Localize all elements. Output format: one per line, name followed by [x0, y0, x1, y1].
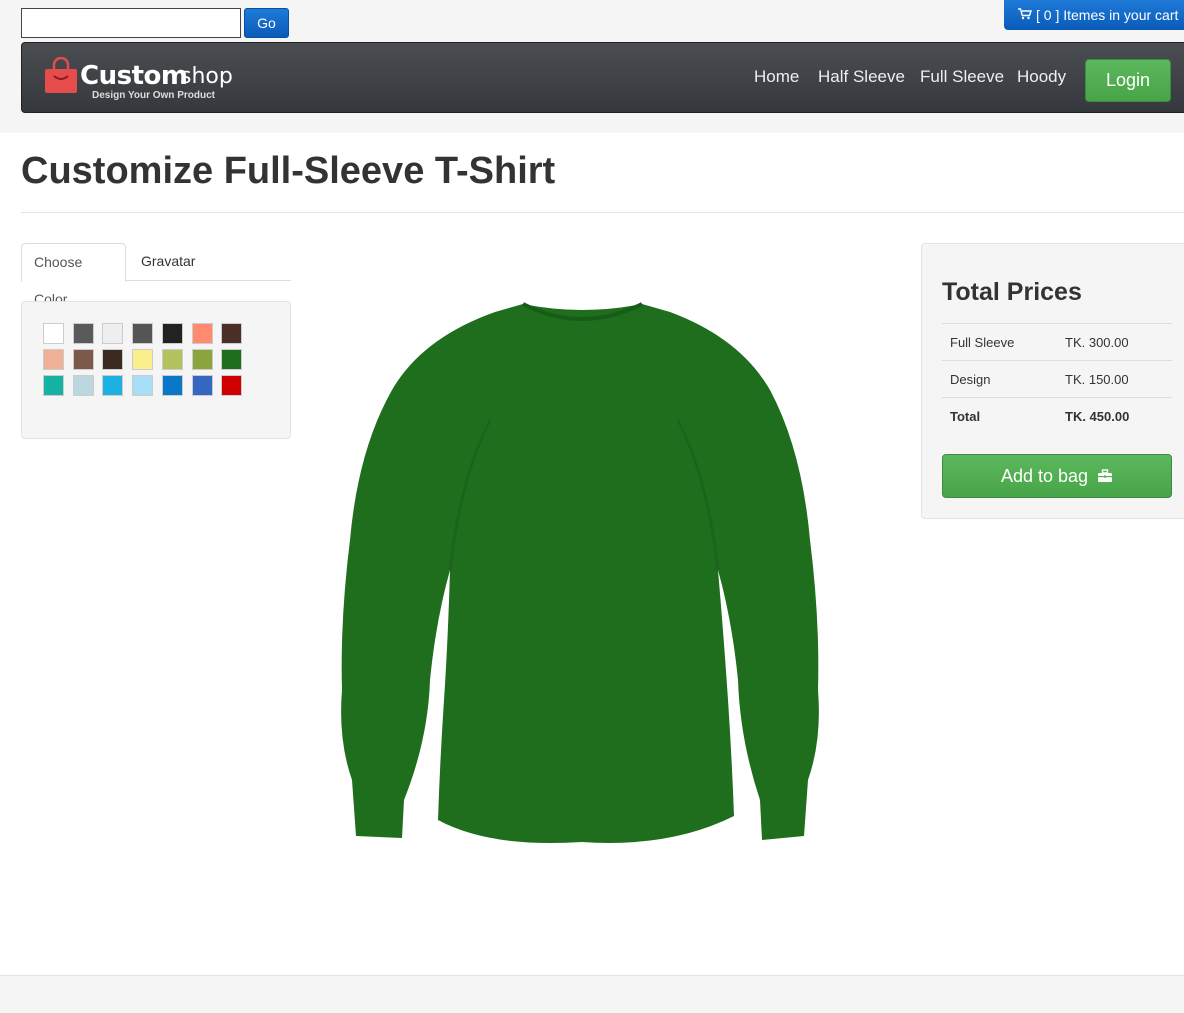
brand-logo[interactable]: Custom shop Design Your Own Product — [44, 55, 244, 101]
navbar: Custom shop Design Your Own Product Home… — [21, 42, 1184, 113]
color-swatch[interactable] — [161, 375, 183, 396]
price-panel: Total Prices Full Sleeve TK. 300.00 Desi… — [921, 243, 1184, 519]
color-swatch[interactable] — [161, 323, 183, 344]
cart-label: [ 0 ] Itemes in your cart — [1036, 7, 1179, 23]
nav-half-sleeve[interactable]: Half Sleeve — [818, 67, 905, 87]
color-swatch[interactable] — [72, 323, 94, 344]
price-title: Total Prices — [942, 278, 1082, 306]
shopping-cart-icon — [1018, 1, 1032, 30]
color-swatch[interactable] — [43, 349, 64, 370]
tab-choose-color[interactable]: Choose Color — [21, 243, 126, 307]
color-swatch[interactable] — [221, 375, 243, 396]
color-swatch-panel — [21, 301, 291, 439]
brand-tagline: Design Your Own Product — [92, 90, 215, 101]
footer — [0, 975, 1184, 1013]
color-swatch[interactable] — [102, 375, 124, 396]
shopping-bag-icon — [45, 57, 77, 93]
color-swatch[interactable] — [72, 349, 94, 370]
tab-gravatar[interactable]: Gravatar — [129, 243, 207, 281]
color-swatch[interactable] — [191, 349, 213, 370]
price-label: Full Sleeve — [942, 323, 1057, 361]
login-button[interactable]: Login — [1085, 59, 1171, 102]
color-swatch[interactable] — [132, 375, 154, 396]
page-title: Customize Full-Sleeve T-Shirt — [21, 150, 556, 192]
color-swatch[interactable] — [102, 323, 124, 344]
color-swatch[interactable] — [191, 375, 213, 396]
price-table: Full Sleeve TK. 300.00 Design TK. 150.00… — [942, 323, 1172, 435]
cart-button[interactable]: [ 0 ] Itemes in your cart — [1004, 0, 1184, 30]
price-amount: TK. 150.00 — [1057, 360, 1172, 398]
color-swatch[interactable] — [132, 323, 154, 344]
color-swatch[interactable] — [43, 375, 64, 396]
color-swatch[interactable] — [161, 349, 183, 370]
color-swatch[interactable] — [191, 323, 213, 344]
go-button[interactable]: Go — [244, 8, 289, 38]
brand-name: Custom — [80, 61, 188, 91]
color-swatch[interactable] — [221, 349, 243, 370]
price-amount: TK. 450.00 — [1057, 397, 1172, 435]
price-amount: TK. 300.00 — [1057, 323, 1172, 361]
price-row: Full Sleeve TK. 300.00 — [942, 323, 1172, 361]
price-label: Total — [942, 397, 1057, 435]
add-to-bag-label: Add to bag — [1000, 466, 1089, 486]
price-label: Design — [942, 360, 1057, 398]
price-row-total: Total TK. 450.00 — [942, 397, 1172, 435]
brand-suffix: shop — [180, 64, 233, 89]
search-input[interactable] — [21, 8, 241, 38]
divider — [21, 212, 1184, 213]
color-swatch[interactable] — [132, 349, 154, 370]
color-swatch[interactable] — [43, 323, 64, 344]
nav-home[interactable]: Home — [754, 67, 799, 87]
color-swatch[interactable] — [221, 323, 243, 344]
customize-tabs: Choose Color Gravatar — [21, 243, 291, 307]
tshirt-preview — [341, 302, 819, 844]
price-row: Design TK. 150.00 — [942, 360, 1172, 398]
briefcase-icon — [1097, 456, 1113, 498]
add-to-bag-button[interactable]: Add to bag — [942, 454, 1172, 498]
color-swatch[interactable] — [102, 349, 124, 370]
color-swatch[interactable] — [72, 375, 94, 396]
nav-full-sleeve[interactable]: Full Sleeve — [920, 67, 1004, 87]
tshirt-body — [341, 304, 819, 844]
nav-hoody[interactable]: Hoody — [1017, 67, 1066, 87]
